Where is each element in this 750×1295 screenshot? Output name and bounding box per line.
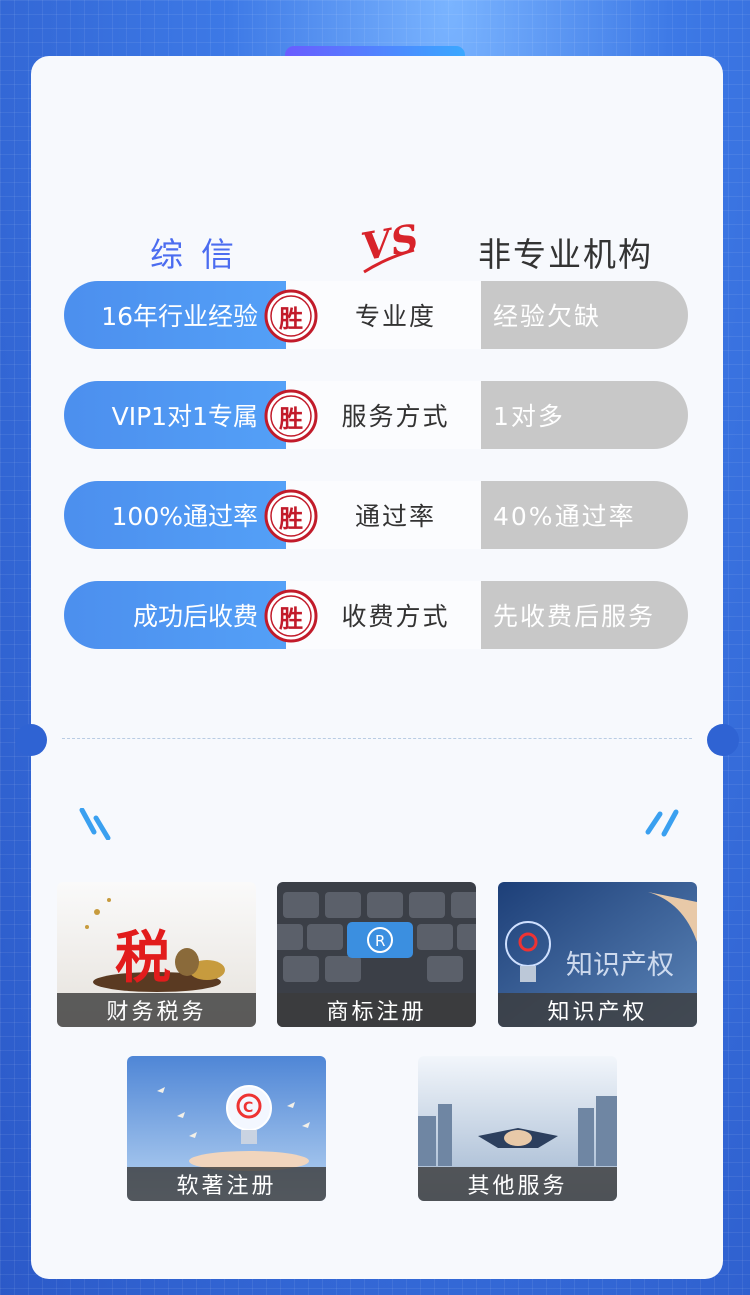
service-tile-other[interactable]: 其他服务 [418,1056,617,1201]
competitor-value: 经验欠缺 [481,281,688,349]
service-tile-tax[interactable]: 税 财务税务 [57,882,256,1027]
comparison-row: VIP1对1专属 服务方式 1对多 胜 [64,381,688,449]
service-label: 财务税务 [57,993,256,1027]
service-label: 知识产权 [498,993,697,1027]
vs-label: VS [358,215,420,269]
competitor-title: 非专业机构 [478,235,653,274]
service-label: 软著注册 [127,1167,326,1201]
our-advantage: 16年行业经验 [64,281,286,349]
seal-text: 胜 [279,303,303,333]
win-seal-icon: 胜 [262,587,320,645]
slash-left-icon [79,808,111,840]
our-brand-title: 综信 [150,235,252,274]
vs-icon: VS [358,215,420,274]
service-tile-software-copyright[interactable]: C 软著注册 [127,1056,326,1201]
seal-text: 胜 [279,403,303,433]
section-divider [62,738,692,739]
card-notch-right [707,724,739,756]
comparison-row: 成功后收费 收费方式 先收费后服务 胜 [64,581,688,649]
seal-text: 胜 [279,503,303,533]
our-advantage: VIP1对1专属 [64,381,286,449]
trademark-symbol: R [375,932,385,950]
win-seal-icon: 胜 [262,387,320,445]
service-label: 商标注册 [277,993,476,1027]
service-tile-ip[interactable]: 知识产权 知识产权 [498,882,697,1027]
competitor-value: 1对多 [481,381,688,449]
win-seal-icon: 胜 [262,287,320,345]
ip-text: 知识产权 [566,950,674,981]
comparison-row: 16年行业经验 专业度 经验欠缺 胜 [64,281,688,349]
copyright-symbol: C [243,1100,253,1116]
seal-text: 胜 [279,603,303,633]
our-advantage: 成功后收费 [64,581,286,649]
service-label: 其他服务 [418,1167,617,1201]
competitor-value: 40%通过率 [481,481,688,549]
slash-right-icon [645,809,679,837]
our-advantage: 100%通过率 [64,481,286,549]
competitor-value: 先收费后服务 [481,581,688,649]
tax-char: 税 [115,925,171,991]
comparison-row: 100%通过率 通过率 40%通过率 胜 [64,481,688,549]
card-notch-left [15,724,47,756]
win-seal-icon: 胜 [262,487,320,545]
service-tile-trademark[interactable]: R 商标注册 [277,882,476,1027]
